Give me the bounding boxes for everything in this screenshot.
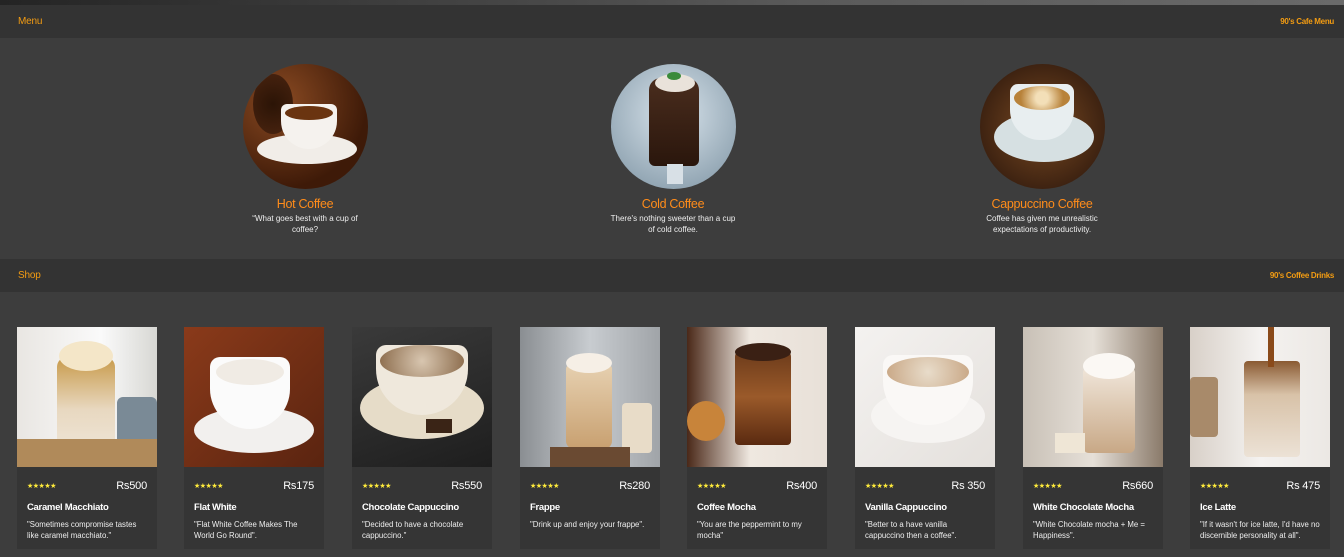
product-name[interactable]: Flat White <box>184 502 324 513</box>
product-quote: "Drink up and enjoy your frappe". <box>530 520 645 529</box>
product-name[interactable]: Coffee Mocha <box>687 502 827 513</box>
category-description: “What goes best with a cup of coffee? <box>252 214 358 234</box>
product-name[interactable]: Caramel Macchiato <box>17 502 157 513</box>
rating-stars: ★★★★★ <box>362 483 391 490</box>
category-description: Coffee has given me unrealistic expectat… <box>986 214 1098 234</box>
menu-header-bar: Menu 90's Cafe Menu <box>0 5 1344 38</box>
rating-stars: ★★★★★ <box>1033 483 1062 490</box>
category-cappuccino-coffee[interactable]: Cappuccino Coffee Coffee has given me un… <box>947 64 1137 235</box>
product-image[interactable] <box>520 327 660 467</box>
product-card-caramel-macchiato[interactable]: ★★★★★ Rs500 Caramel Macchiato "Sometimes… <box>17 327 157 549</box>
product-quote: "Better to a have vanilla cappuccino the… <box>865 520 957 540</box>
product-name[interactable]: Frappe <box>520 502 660 513</box>
shop-subtitle: 90's Coffee Drinks <box>1269 271 1334 280</box>
hot-coffee-image[interactable] <box>242 64 368 189</box>
product-card-vanilla-cappuccino[interactable]: ★★★★★ Rs 350 Vanilla Cappuccino "Better … <box>855 327 995 549</box>
product-price: Rs 350 <box>951 480 985 492</box>
product-name[interactable]: Vanilla Cappuccino <box>855 502 995 513</box>
category-description: There's nothing sweeter than a cup of co… <box>610 214 736 234</box>
product-quote: "If it wasn't for ice latte, I'd have no… <box>1200 520 1320 540</box>
category-title[interactable]: Cappuccino Coffee <box>947 197 1137 211</box>
product-image[interactable] <box>855 327 995 467</box>
category-title[interactable]: Cold Coffee <box>578 197 768 211</box>
menu-subtitle: 90's Cafe Menu <box>1280 17 1334 26</box>
product-image[interactable] <box>1190 327 1330 467</box>
product-name[interactable]: White Chocolate Mocha <box>1023 502 1163 513</box>
product-card-flat-white[interactable]: ★★★★★ Rs175 Flat White "Flat White Coffe… <box>184 327 324 549</box>
cold-coffee-image[interactable] <box>610 64 736 189</box>
shop-header-bar: Shop 90's Coffee Drinks <box>0 259 1344 292</box>
cappuccino-coffee-image[interactable] <box>979 64 1105 189</box>
rating-stars: ★★★★★ <box>1200 483 1229 490</box>
product-image[interactable] <box>1023 327 1163 467</box>
product-price: Rs500 <box>116 480 147 492</box>
product-quote: "Sometimes compromise tastes like carame… <box>27 520 137 540</box>
category-hot-coffee[interactable]: Hot Coffee “What goes best with a cup of… <box>210 64 400 235</box>
product-quote: "Decided to have a chocolate cappuccino.… <box>362 520 464 540</box>
product-image[interactable] <box>687 327 827 467</box>
product-price: Rs400 <box>786 480 817 492</box>
product-card-frappe[interactable]: ★★★★★ Rs280 Frappe "Drink up and enjoy y… <box>520 327 660 549</box>
product-price: Rs660 <box>1122 480 1153 492</box>
rating-stars: ★★★★★ <box>27 483 56 490</box>
product-price: Rs175 <box>283 480 314 492</box>
category-title[interactable]: Hot Coffee <box>210 197 400 211</box>
product-image[interactable] <box>352 327 492 467</box>
product-image[interactable] <box>184 327 324 467</box>
product-quote: "Flat White Coffee Makes The World Go Ro… <box>194 520 298 540</box>
product-name[interactable]: Ice Latte <box>1190 502 1330 513</box>
rating-stars: ★★★★★ <box>865 483 894 490</box>
product-card-coffee-mocha[interactable]: ★★★★★ Rs400 Coffee Mocha "You are the pe… <box>687 327 827 549</box>
product-quote: "White Chocolate mocha + Me = Happiness"… <box>1033 520 1145 540</box>
product-price: Rs 475 <box>1286 480 1320 492</box>
menu-title: Menu <box>18 16 43 27</box>
rating-stars: ★★★★★ <box>530 483 559 490</box>
rating-stars: ★★★★★ <box>194 483 223 490</box>
product-card-white-chocolate-mocha[interactable]: ★★★★★ Rs660 White Chocolate Mocha "White… <box>1023 327 1163 549</box>
product-quote: "You are the peppermint to my mocha" <box>697 520 802 540</box>
product-image[interactable] <box>17 327 157 467</box>
product-price: Rs550 <box>451 480 482 492</box>
product-card-chocolate-cappuccino[interactable]: ★★★★★ Rs550 Chocolate Cappuccino "Decide… <box>352 327 492 549</box>
product-card-ice-latte[interactable]: ★★★★★ Rs 475 Ice Latte "If it wasn't for… <box>1190 327 1330 549</box>
rating-stars: ★★★★★ <box>697 483 726 490</box>
category-cold-coffee[interactable]: Cold Coffee There's nothing sweeter than… <box>578 64 768 235</box>
shop-title: Shop <box>18 270 41 281</box>
product-price: Rs280 <box>619 480 650 492</box>
product-name[interactable]: Chocolate Cappuccino <box>352 502 492 513</box>
